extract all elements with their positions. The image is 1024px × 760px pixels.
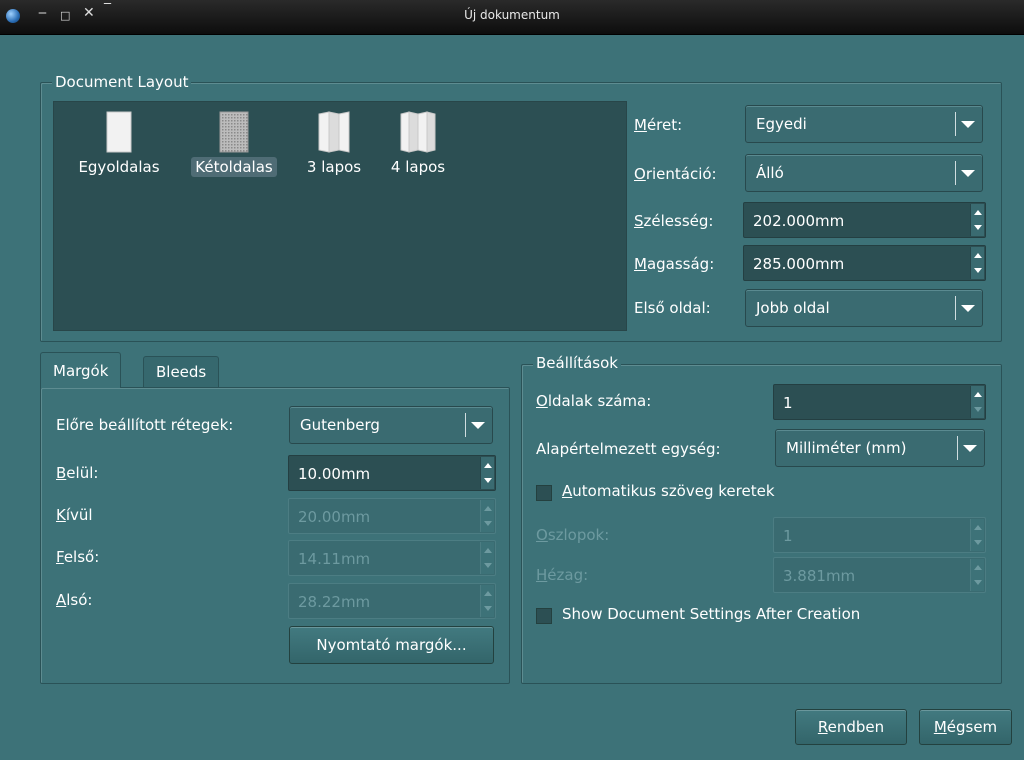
ok-button[interactable]: Rendben — [795, 709, 907, 745]
layout-option-single[interactable]: Egyoldalas — [66, 111, 172, 177]
pages-count-label: Oldalak száma: — [536, 392, 652, 410]
spin-buttons[interactable] — [970, 247, 984, 279]
layout-option-single-label: Egyoldalas — [78, 158, 160, 176]
inside-margin-label: Belül: — [56, 464, 99, 482]
layout-preview-area: Egyoldalas Kétoldalas 3 lapos 4 lapos — [53, 101, 627, 331]
default-unit-label: Alapértelmezett egység: — [536, 440, 721, 458]
spin-up-icon[interactable] — [974, 253, 982, 258]
bottom-margin-value: 28.22mm — [298, 593, 371, 611]
gap-spinbox: 3.881mm — [773, 557, 986, 593]
width-spinbox[interactable]: 202.000mm — [743, 202, 986, 238]
show-settings-label[interactable]: Show Document Settings After Creation — [562, 605, 860, 623]
outside-margin-label: Kívül — [56, 506, 93, 524]
spin-down-icon — [484, 563, 492, 568]
orientation-value: Álló — [756, 164, 784, 182]
spin-down-icon — [484, 521, 492, 526]
spin-down-icon — [974, 580, 982, 585]
chevron-down-icon — [961, 170, 975, 177]
three-fold-icon — [318, 111, 350, 153]
spin-up-icon[interactable] — [974, 392, 982, 397]
four-fold-icon — [400, 111, 436, 153]
default-unit-select[interactable]: Milliméter (mm) — [775, 429, 985, 467]
spin-buttons[interactable] — [970, 204, 984, 236]
layout-option-three-fold-label: 3 lapos — [306, 158, 362, 176]
double-page-icon — [219, 111, 249, 153]
top-margin-label: Felső: — [56, 548, 100, 566]
spin-down-icon — [484, 606, 492, 611]
spin-up-icon — [974, 525, 982, 530]
printer-margins-button[interactable]: Nyomtató margók... — [289, 626, 494, 664]
spin-down-icon[interactable] — [484, 478, 492, 483]
spin-down-icon[interactable] — [974, 407, 982, 412]
cancel-button[interactable]: Mégsem — [919, 709, 1012, 745]
chevron-down-icon — [961, 305, 975, 312]
spin-down-icon — [974, 540, 982, 545]
layout-option-double-label: Kétoldalas — [191, 157, 277, 177]
height-label: Magasság: — [634, 255, 715, 273]
bottom-margin-spinbox: 28.22mm — [288, 583, 496, 619]
outside-margin-spinbox: 20.00mm — [288, 498, 496, 534]
spin-up-icon[interactable] — [974, 210, 982, 215]
height-spinbox[interactable]: 285.000mm — [743, 245, 986, 281]
layout-option-double[interactable]: Kétoldalas — [180, 111, 288, 177]
spin-down-icon[interactable] — [974, 225, 982, 230]
inside-margin-value: 10.00mm — [298, 465, 371, 483]
first-page-label: Első oldal: — [634, 299, 711, 317]
gap-value: 3.881mm — [783, 567, 856, 585]
first-page-select[interactable]: Jobb oldal — [745, 289, 983, 327]
default-unit-value: Milliméter (mm) — [786, 439, 907, 457]
spin-buttons[interactable] — [480, 457, 494, 489]
spin-buttons[interactable] — [970, 386, 984, 418]
spin-up-icon[interactable] — [484, 463, 492, 468]
single-page-icon — [106, 111, 132, 153]
bottom-margin-label: Alsó: — [56, 591, 93, 609]
auto-text-frames-label[interactable]: Automatikus szöveg keretek — [562, 482, 775, 500]
size-select[interactable]: Egyedi — [745, 105, 983, 143]
size-label: Méret: — [634, 116, 683, 134]
layout-option-four-fold-label: 4 lapos — [390, 158, 446, 176]
preset-layouts-label: Előre beállított rétegek: — [56, 416, 234, 434]
width-value: 202.000mm — [753, 212, 845, 230]
spin-up-icon — [484, 506, 492, 511]
preset-layouts-value: Gutenberg — [300, 416, 380, 434]
tab-margins[interactable]: Margók — [40, 352, 122, 388]
outside-margin-value: 20.00mm — [298, 508, 371, 526]
auto-text-frames-checkbox[interactable] — [536, 485, 552, 501]
width-label: Szélesség: — [634, 212, 714, 230]
layout-option-four-fold[interactable]: 4 lapos — [378, 111, 458, 177]
spin-down-icon[interactable] — [974, 268, 982, 273]
title-bar: ‒ □ ✕ ‾ Új dokumentum — [0, 0, 1024, 35]
orientation-select[interactable]: Álló — [745, 154, 983, 192]
document-layout-title: Document Layout — [52, 73, 192, 91]
pages-count-spinbox[interactable]: 1 — [773, 384, 986, 420]
chevron-down-icon — [961, 121, 975, 128]
inside-margin-spinbox[interactable]: 10.00mm — [288, 455, 496, 491]
spin-up-icon — [974, 565, 982, 570]
layout-option-three-fold[interactable]: 3 lapos — [294, 111, 374, 177]
columns-label: Oszlopok: — [536, 526, 610, 544]
height-value: 285.000mm — [753, 255, 845, 273]
window-title: Új dokumentum — [464, 8, 560, 22]
show-settings-checkbox[interactable] — [536, 608, 552, 624]
top-margin-spinbox: 14.11mm — [288, 540, 496, 576]
chevron-down-icon — [471, 422, 485, 429]
chevron-down-icon — [963, 445, 977, 452]
spin-up-icon — [484, 548, 492, 553]
orientation-label: Orientáció: — [634, 165, 717, 183]
settings-title: Beállítások — [533, 354, 621, 372]
size-value: Egyedi — [756, 115, 807, 133]
spin-up-icon — [484, 591, 492, 596]
gap-label: Hézag: — [536, 566, 589, 584]
columns-value: 1 — [783, 527, 793, 545]
preset-layouts-select[interactable]: Gutenberg — [289, 406, 493, 444]
first-page-value: Jobb oldal — [756, 299, 830, 317]
top-margin-value: 14.11mm — [298, 550, 371, 568]
columns-spinbox: 1 — [773, 517, 986, 553]
tab-bleeds[interactable]: Bleeds — [143, 356, 220, 388]
pages-count-value: 1 — [783, 394, 793, 412]
